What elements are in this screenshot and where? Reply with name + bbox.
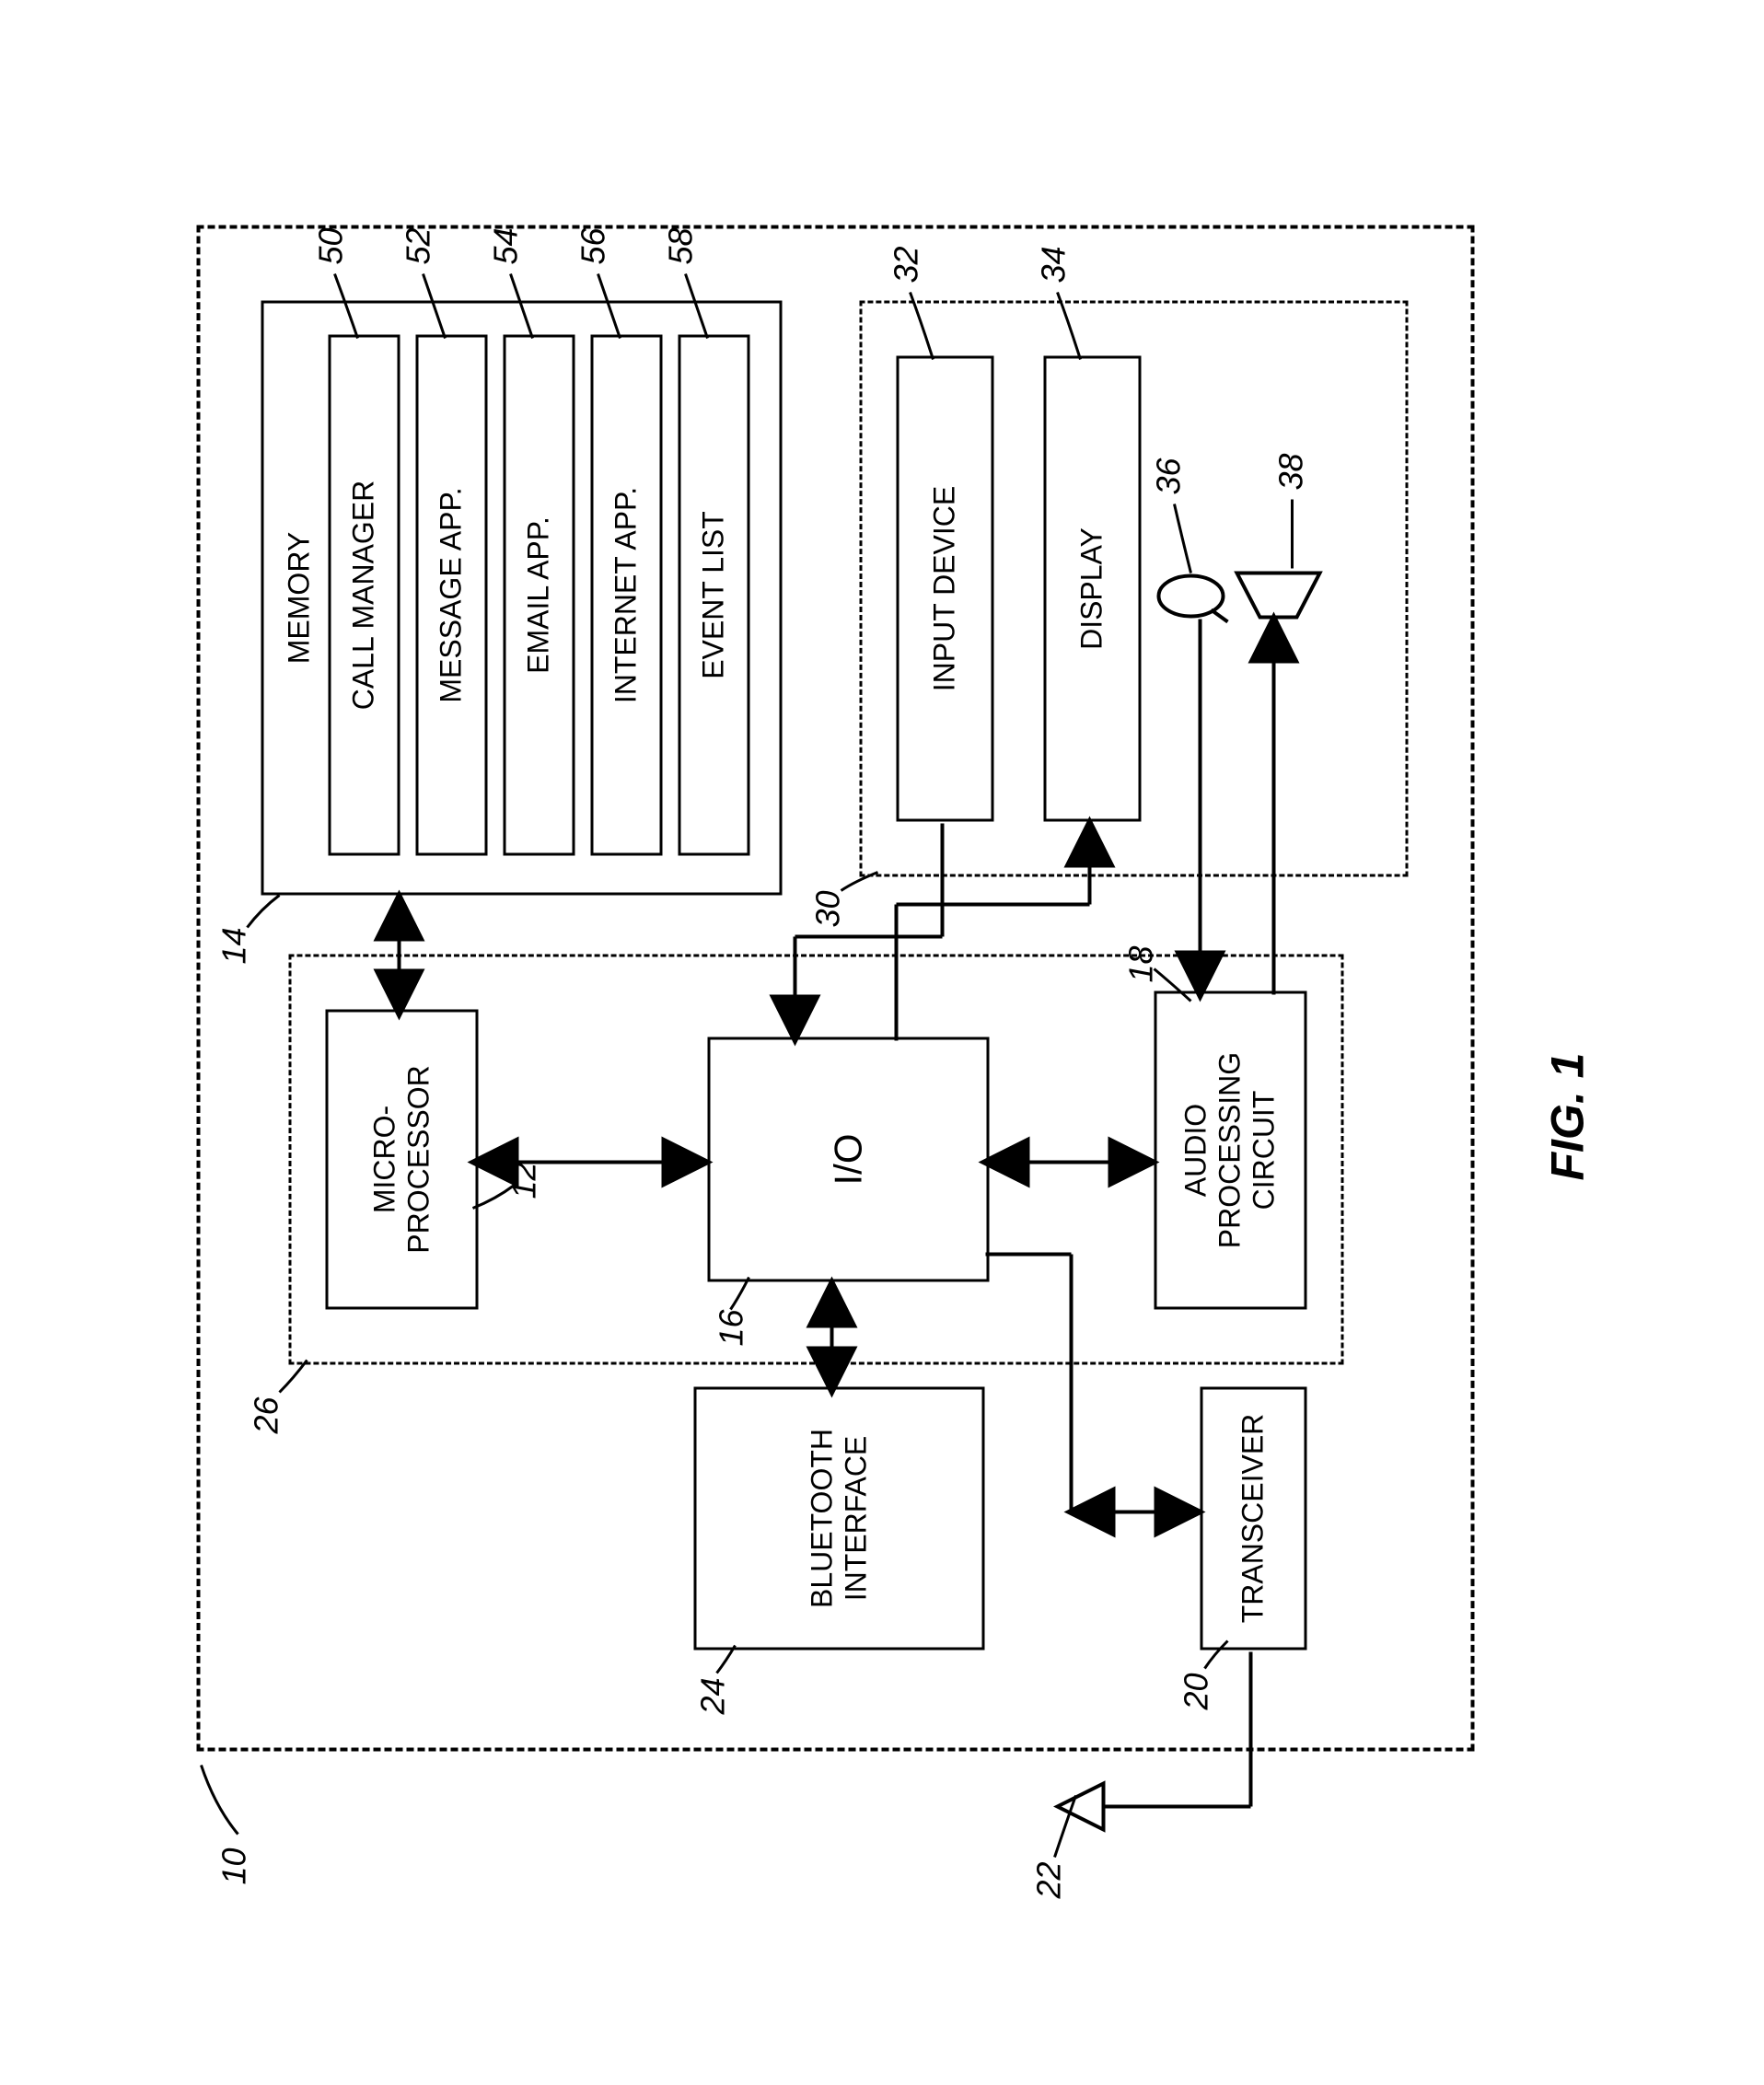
figure-label: FIG. 1	[1540, 1053, 1594, 1181]
memory-block: MEMORY CALL MANAGER MESSAGE APP. EMAIL A…	[261, 301, 782, 896]
mem-item-email: EMAIL APP.	[503, 335, 574, 856]
ref-24: 24	[693, 1677, 732, 1714]
ref-14: 14	[215, 927, 253, 964]
ref-26: 26	[247, 1396, 285, 1433]
ref-12: 12	[505, 1162, 543, 1199]
ref-52: 52	[399, 227, 437, 264]
microprocessor-block: MICRO- PROCESSOR	[325, 1010, 478, 1310]
ref-30: 30	[808, 890, 847, 927]
io-block: I/O	[707, 1037, 989, 1282]
audio-block: AUDIO PROCESSING CIRCUIT	[1154, 991, 1306, 1310]
mem-item-call-manager: CALL MANAGER	[328, 335, 400, 856]
ref-10: 10	[215, 1848, 253, 1884]
ref-38: 38	[1271, 453, 1310, 490]
bluetooth-block: BLUETOOTH INTERFACE	[693, 1387, 984, 1651]
mem-item-internet: INTERNET APP.	[590, 335, 662, 856]
ref-58: 58	[661, 227, 700, 264]
ref-22: 22	[1029, 1861, 1068, 1898]
ref-34: 34	[1034, 246, 1073, 283]
transceiver-block: TRANSCEIVER	[1200, 1387, 1306, 1651]
ref-32: 32	[887, 246, 925, 283]
ref-50: 50	[311, 227, 350, 264]
memory-label: MEMORY	[282, 304, 316, 893]
ref-56: 56	[574, 227, 612, 264]
ref-54: 54	[486, 227, 525, 264]
ref-16: 16	[712, 1309, 750, 1346]
input-device-block: INPUT DEVICE	[896, 356, 993, 822]
ref-20: 20	[1177, 1673, 1215, 1709]
ref-18: 18	[1121, 945, 1160, 982]
display-block: DISPLAY	[1043, 356, 1141, 822]
mem-item-message: MESSAGE APP.	[415, 335, 487, 856]
ref-36: 36	[1149, 458, 1188, 494]
mem-item-event: EVENT LIST	[678, 335, 749, 856]
